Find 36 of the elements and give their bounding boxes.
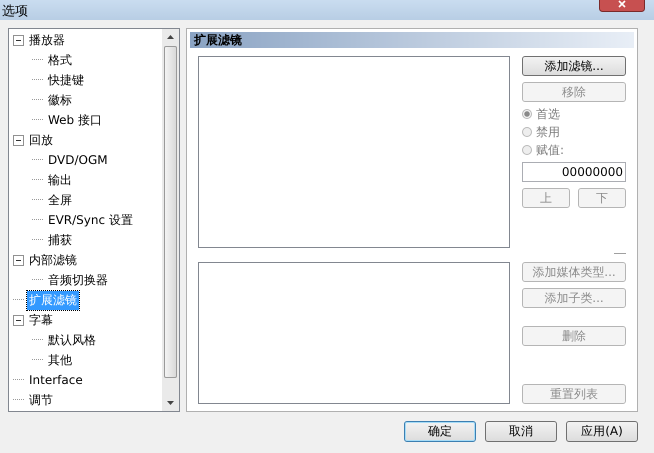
- collapse-icon[interactable]: [13, 134, 24, 146]
- tree-item[interactable]: EVR/Sync 设置: [46, 210, 135, 230]
- merit-field[interactable]: 00000000: [522, 162, 626, 182]
- collapse-icon[interactable]: [13, 314, 24, 326]
- radio-label: 赋值:: [536, 142, 564, 158]
- tree-item[interactable]: 播放器: [27, 30, 67, 50]
- tree-item[interactable]: Web 接口: [46, 110, 104, 130]
- collapse-icon[interactable]: [13, 34, 24, 46]
- tree-item[interactable]: 输出: [46, 170, 74, 190]
- tree-item[interactable]: 回放: [27, 130, 55, 150]
- dialog-button[interactable]: 取消: [485, 421, 557, 442]
- tree-item[interactable]: 音频切换器: [46, 270, 110, 290]
- media-type-list[interactable]: [198, 262, 510, 404]
- tree-item[interactable]: 其他: [46, 350, 74, 370]
- radio-label: 首选: [536, 106, 560, 122]
- close-icon[interactable]: [599, 0, 645, 12]
- tree-item[interactable]: 徽标: [46, 90, 74, 110]
- tree-item[interactable]: 默认风格: [46, 330, 98, 350]
- tree-item[interactable]: 格式: [46, 50, 74, 70]
- dialog-button[interactable]: 确定: [404, 421, 476, 442]
- dialog-button[interactable]: 应用(A): [566, 421, 638, 442]
- radio-label: 禁用: [536, 124, 560, 140]
- tree-item[interactable]: 调节: [27, 390, 55, 410]
- tree-item[interactable]: Interface: [27, 372, 85, 388]
- tree-item[interactable]: 全屏: [46, 190, 74, 210]
- tree-item[interactable]: DVD/OGM: [46, 152, 110, 168]
- tree-item[interactable]: 内部滤镜: [27, 250, 79, 270]
- window-title: 选项: [1, 3, 28, 20]
- tree-item[interactable]: 捕获: [46, 230, 74, 250]
- panel-title: 扩展滤镜: [190, 32, 634, 48]
- tree-item[interactable]: 字幕: [27, 310, 55, 330]
- scrollbar-thumb[interactable]: [164, 46, 177, 378]
- scrollbar[interactable]: [162, 29, 179, 411]
- collapse-icon[interactable]: [13, 254, 24, 266]
- filter-button[interactable]: 添加滤镜...: [522, 56, 626, 76]
- tree-item[interactable]: 快捷键: [46, 70, 86, 90]
